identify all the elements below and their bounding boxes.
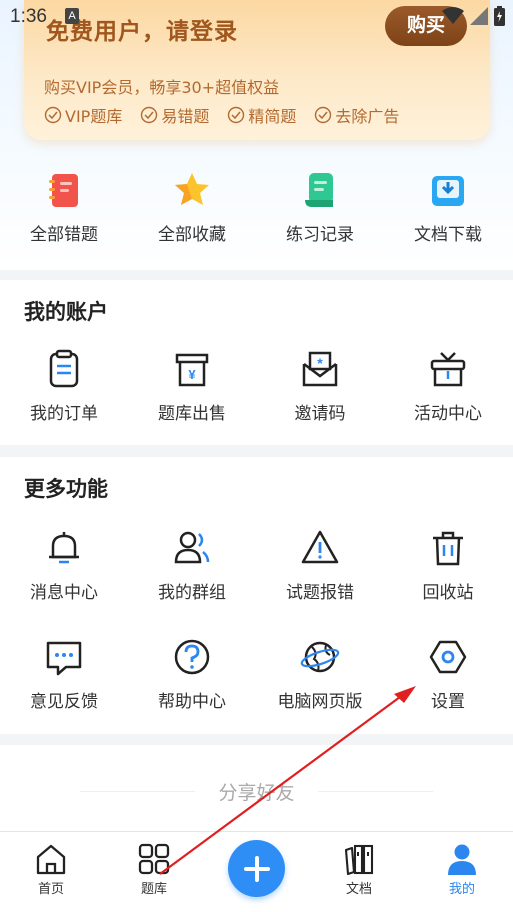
perk-item: 易错题 — [140, 103, 209, 127]
gift-icon — [430, 352, 466, 387]
web-version-button[interactable]: 电脑网页版 — [256, 637, 384, 712]
envelope-icon: * — [302, 351, 338, 387]
wifi-icon — [442, 7, 464, 24]
my-groups-label: 我的群组 — [158, 583, 226, 603]
practice-history-label: 练习记录 — [286, 225, 354, 245]
more-functions-section: 更多功能 消息中心 我的群组 试题报错 回收站 意见反馈 帮助中心 电脑网页版 … — [0, 457, 513, 734]
more-functions-title: 更多功能 — [24, 477, 108, 501]
nav-documents[interactable]: 文档 — [324, 842, 394, 897]
help-center-label: 帮助中心 — [158, 692, 226, 712]
bank-sale-label: 题库出售 — [158, 404, 226, 424]
feedback-button[interactable]: 意见反馈 — [0, 637, 128, 712]
report-error-label: 试题报错 — [286, 583, 354, 603]
bank-sale-button[interactable]: ¥ 题库出售 — [128, 349, 256, 424]
perk-label: 去除广告 — [335, 107, 400, 126]
perk-label: 易错题 — [161, 107, 210, 126]
document-download-label: 文档下载 — [414, 225, 482, 245]
web-version-label: 电脑网页版 — [277, 692, 363, 712]
account-section-title: 我的账户 — [24, 300, 108, 324]
settings-label: 设置 — [431, 692, 465, 712]
clipboard-icon — [49, 349, 79, 388]
settings-hexagon-icon — [429, 640, 467, 674]
grid-icon — [138, 843, 170, 875]
perk-label: 精简题 — [248, 107, 297, 126]
more-functions-row-1: 消息中心 我的群组 试题报错 回收站 — [0, 528, 513, 603]
my-orders-label: 我的订单 — [30, 404, 98, 424]
document-download-button[interactable]: 文档下载 — [384, 170, 512, 260]
share-friends-button[interactable]: 分享好友 — [0, 778, 513, 805]
warning-icon — [301, 530, 339, 564]
all-favorites-label: 全部收藏 — [158, 225, 226, 245]
user-icon — [448, 844, 476, 875]
check-circle-icon — [315, 106, 332, 124]
activity-center-label: 活动中心 — [414, 404, 482, 424]
perk-label: VIP题库 — [65, 107, 123, 126]
nav-documents-label: 文档 — [345, 882, 372, 897]
books-icon — [344, 844, 374, 876]
perk-item: 精简题 — [227, 103, 296, 127]
vip-perks: VIP题库 易错题 精简题 去除广告 — [44, 103, 399, 127]
recycle-bin-button[interactable]: 回收站 — [384, 528, 512, 603]
my-groups-button[interactable]: 我的群组 — [128, 528, 256, 603]
record-book-icon — [305, 173, 333, 207]
account-items: 我的订单 ¥ 题库出售 * 邀请码 活动中心 — [0, 349, 513, 424]
check-circle-icon — [228, 106, 245, 124]
activity-center-button[interactable]: 活动中心 — [384, 349, 512, 424]
more-functions-row-2: 意见反馈 帮助中心 电脑网页版 设置 — [0, 637, 513, 712]
report-error-button[interactable]: 试题报错 — [256, 528, 384, 603]
perk-item: VIP题库 — [44, 103, 122, 127]
message-center-button[interactable]: 消息中心 — [0, 528, 128, 603]
status-bar: 1:36 A — [0, 0, 513, 34]
feedback-label: 意见反馈 — [30, 692, 98, 712]
invite-code-label: 邀请码 — [294, 404, 346, 424]
recycle-bin-label: 回收站 — [422, 583, 474, 603]
add-button[interactable] — [228, 840, 285, 897]
nav-question-bank-label: 题库 — [140, 882, 167, 897]
notification-icon: A — [65, 8, 79, 24]
help-center-button[interactable]: 帮助中心 — [128, 637, 256, 712]
nav-mine[interactable]: 我的 — [427, 842, 497, 897]
nav-home-label: 首页 — [37, 882, 64, 897]
perk-item: 去除广告 — [314, 103, 399, 127]
all-mistakes-label: 全部错题 — [30, 225, 98, 245]
trash-icon — [433, 531, 463, 566]
signal-icon — [470, 7, 488, 25]
settings-button[interactable]: 设置 — [384, 637, 512, 712]
quick-actions: 全部错题 全部收藏 练习记录 文档下载 — [0, 170, 513, 260]
message-center-label: 消息中心 — [30, 583, 98, 603]
vip-subtitle: 购买VIP会员，畅享30+超值权益 — [44, 78, 280, 97]
nav-question-bank[interactable]: 题库 — [119, 842, 189, 897]
group-icon — [174, 531, 210, 564]
all-mistakes-button[interactable]: 全部错题 — [0, 170, 128, 260]
invite-code-button[interactable]: * 邀请码 — [256, 349, 384, 424]
status-indicators — [442, 6, 505, 26]
svg-text:¥: ¥ — [188, 367, 196, 382]
check-circle-icon — [141, 106, 158, 124]
nav-mine-label: 我的 — [448, 882, 475, 897]
share-section: 分享好友 — [0, 745, 513, 835]
globe-icon — [300, 641, 340, 673]
home-icon — [36, 844, 66, 875]
check-circle-icon — [44, 106, 62, 124]
battery-icon — [494, 6, 505, 26]
chat-bubble-icon — [46, 641, 82, 676]
plus-icon — [243, 855, 270, 882]
nav-home[interactable]: 首页 — [16, 842, 86, 897]
download-icon — [432, 176, 464, 206]
my-orders-button[interactable]: 我的订单 — [0, 349, 128, 424]
star-icon — [175, 173, 209, 205]
divider-line — [318, 791, 433, 792]
shop-icon: ¥ — [175, 353, 209, 387]
practice-history-button[interactable]: 练习记录 — [256, 170, 384, 260]
bell-icon — [49, 532, 79, 564]
status-time: 1:36 — [10, 6, 47, 27]
svg-text:*: * — [317, 355, 323, 371]
account-section: 我的账户 我的订单 ¥ 题库出售 * 邀请码 活动中心 — [0, 280, 513, 445]
all-favorites-button[interactable]: 全部收藏 — [128, 170, 256, 260]
help-icon — [174, 639, 210, 675]
bottom-nav: 首页 题库 文档 我的 — [0, 831, 513, 912]
notebook-icon — [49, 174, 78, 207]
